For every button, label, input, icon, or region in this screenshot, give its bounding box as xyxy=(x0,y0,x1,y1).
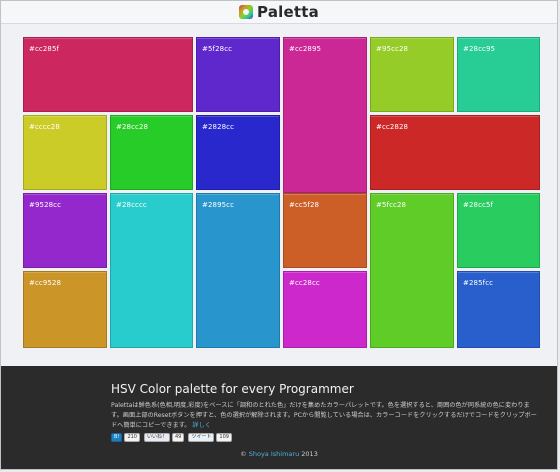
hatena-bookmark-button[interactable]: B! 210 xyxy=(111,432,140,442)
color-code-label: #9528cc xyxy=(29,201,62,209)
logo-text: Paletta xyxy=(257,3,319,21)
color-grid: #cc285f #5f28cc #cc2895 #95cc28 #28cc95 … xyxy=(1,24,557,366)
color-code-label: #cc28cc xyxy=(289,279,320,287)
color-tile-9528cc[interactable]: #9528cc xyxy=(23,193,107,268)
paletta-logo[interactable]: Paletta xyxy=(239,3,319,21)
description-text: Palettaは鮮色系(色相,明度,彩度)をベースに「調和のとれた色」だけを集め… xyxy=(111,402,537,429)
footer-title: HSV Color palette for every Programmer xyxy=(111,382,354,396)
hatena-count: 210 xyxy=(124,432,140,442)
color-tile-95cc28[interactable]: #95cc28 xyxy=(370,37,454,112)
footer-description: Palettaは鮮色系(色相,明度,彩度)をベースに「調和のとれた色」だけを集め… xyxy=(111,401,541,431)
color-code-label: #cc285f xyxy=(29,45,60,53)
copyright-year: 2013 xyxy=(301,450,318,458)
tweet-count: 109 xyxy=(216,432,232,442)
color-code-label: #95cc28 xyxy=(376,45,409,53)
tweet-button[interactable]: ツイート 109 xyxy=(188,432,232,442)
color-tile-cc2895[interactable]: #cc2895 xyxy=(283,37,367,193)
color-tile-cc285f[interactable]: #cc285f xyxy=(23,37,193,112)
tweet-label: ツイート xyxy=(188,432,215,442)
like-label: いいね！ xyxy=(143,432,170,442)
color-tile-28cc28[interactable]: #28cc28 xyxy=(110,115,193,190)
color-code-label: #cc5f28 xyxy=(289,201,320,209)
color-code-label: #2828cc xyxy=(202,123,235,131)
color-code-label: #cc2828 xyxy=(376,123,409,131)
color-code-label: #cc9528 xyxy=(29,279,62,287)
footer: HSV Color palette for every Programmer P… xyxy=(1,366,557,469)
color-code-label: #28cc95 xyxy=(463,45,496,53)
more-link[interactable]: 詳しく xyxy=(192,422,211,429)
author-link[interactable]: Shoya Ishimaru xyxy=(249,450,299,458)
palette-logo-icon xyxy=(239,5,254,19)
color-tile-cc28cc[interactable]: #cc28cc xyxy=(283,271,367,348)
color-code-label: #28cccc xyxy=(116,201,147,209)
color-code-label: #28cc28 xyxy=(116,123,149,131)
color-tile-cc5f28[interactable]: #cc5f28 xyxy=(283,193,367,268)
color-tile-cc2828[interactable]: #cc2828 xyxy=(370,115,540,190)
color-code-label: #cccc28 xyxy=(29,123,60,131)
color-tile-28cc95[interactable]: #28cc95 xyxy=(457,37,540,112)
social-buttons: B! 210 いいね！ 49 ツイート 109 xyxy=(111,432,232,442)
color-tile-285fcc[interactable]: #285fcc xyxy=(457,271,540,348)
copyright: © Shoya Ishimaru 2013 xyxy=(1,450,557,458)
facebook-like-button[interactable]: いいね！ 49 xyxy=(143,432,185,442)
color-code-label: #285fcc xyxy=(463,279,494,287)
like-count: 49 xyxy=(172,432,185,442)
color-code-label: #5fcc28 xyxy=(376,201,407,209)
color-code-label: #28cc5f xyxy=(463,201,494,209)
color-tile-cccc28[interactable]: #cccc28 xyxy=(23,115,107,190)
color-tile-5f28cc[interactable]: #5f28cc xyxy=(196,37,280,112)
hatena-icon: B! xyxy=(111,432,123,442)
color-code-label: #5f28cc xyxy=(202,45,233,53)
page-frame: Paletta #cc285f #5f28cc #cc2895 #95cc28 … xyxy=(0,0,558,470)
color-tile-28cccc[interactable]: #28cccc xyxy=(110,193,193,348)
header-bar: Paletta xyxy=(1,1,557,24)
color-code-label: #cc2895 xyxy=(289,45,322,53)
color-tile-cc9528[interactable]: #cc9528 xyxy=(23,271,107,348)
color-tile-2895cc[interactable]: #2895cc xyxy=(196,193,280,348)
color-tile-28cc5f[interactable]: #28cc5f xyxy=(457,193,540,268)
color-tile-5fcc28[interactable]: #5fcc28 xyxy=(370,193,454,348)
color-code-label: #2895cc xyxy=(202,201,235,209)
copyright-symbol: © xyxy=(240,450,247,458)
color-tile-2828cc[interactable]: #2828cc xyxy=(196,115,280,190)
